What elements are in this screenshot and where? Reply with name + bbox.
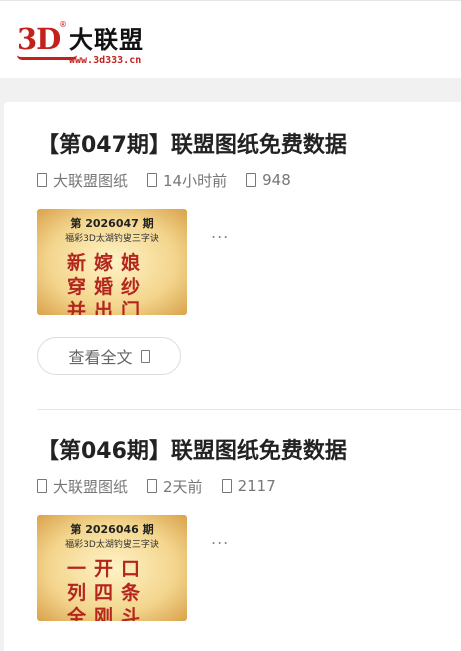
thumb-verse-line: 并出门 <box>67 300 149 315</box>
thumb-issue-line: 第 2026046 期 <box>37 521 187 537</box>
article-views: 2117 <box>221 477 276 495</box>
article-category[interactable]: 大联盟图纸 <box>37 476 128 497</box>
read-more-label: 查看全文 <box>68 348 133 367</box>
thumb-verse-line: 新嫁娘 <box>67 252 149 274</box>
thumb-subtitle: 福彩3D太湖钓叟三字诀 <box>65 234 159 244</box>
logo-name: 大联盟 <box>69 26 144 54</box>
category-label: 大联盟图纸 <box>53 171 129 190</box>
logo-url: www.3d333.cn <box>69 55 142 66</box>
clock-icon <box>147 479 158 493</box>
eye-icon <box>246 173 257 187</box>
site-header: 3D ® 大联盟 www.3d333.cn <box>0 0 461 78</box>
article-card: 【第047期】联盟图纸免费数据 大联盟图纸 14小时前 948 第 202604… <box>37 129 461 375</box>
arrow-right-icon <box>140 349 150 363</box>
category-label: 大联盟图纸 <box>53 477 129 496</box>
thumb-issue-number: 2026046 <box>85 523 139 536</box>
folder-icon <box>37 173 47 187</box>
article-views: 948 <box>246 171 291 189</box>
article-body: 第 2026046 期 福彩3D太湖钓叟三字诀 一开口 列四条全刚斗 ... <box>37 515 461 621</box>
site-logo[interactable]: 3D ® 大联盟 www.3d333.cn <box>17 19 167 69</box>
article-thumbnail[interactable]: 第 2026047 期 福彩3D太湖钓叟三字诀 新嫁娘 穿婚纱并出门 <box>37 209 187 315</box>
article-excerpt: ... <box>211 223 230 242</box>
thumb-issue-prefix: 第 <box>70 217 82 230</box>
thumb-subtitle: 福彩3D太湖钓叟三字诀 <box>65 540 159 550</box>
thumb-issue-line: 第 2026047 期 <box>37 215 187 231</box>
article-category[interactable]: 大联盟图纸 <box>37 170 128 191</box>
views-count: 2117 <box>237 477 276 495</box>
article-meta: 大联盟图纸 14小时前 948 <box>37 169 461 191</box>
clock-icon <box>147 173 158 187</box>
time-label: 2天前 <box>163 477 203 496</box>
thumb-issue-prefix: 第 <box>70 523 82 536</box>
article-meta: 大联盟图纸 2天前 2117 <box>37 475 461 497</box>
thumb-verse-line: 一开口 <box>67 558 149 580</box>
article-time: 2天前 <box>147 476 203 497</box>
thumb-issue-number: 2026047 <box>85 217 139 230</box>
article-list: 【第047期】联盟图纸免费数据 大联盟图纸 14小时前 948 第 202604… <box>4 102 461 651</box>
thumb-issue-suffix: 期 <box>142 523 154 536</box>
thumb-verse: 一开口 列四条 全刚斗 <box>67 557 167 621</box>
article-card: 【第046期】联盟图纸免费数据 大联盟图纸 2天前 2117 第 2026046… <box>37 435 461 621</box>
article-time: 14小时前 <box>147 170 227 191</box>
time-label: 14小时前 <box>163 171 228 190</box>
article-excerpt: ... <box>211 529 230 548</box>
logo-swoosh <box>17 55 77 60</box>
thumb-verse-line: 穿婚纱 <box>67 276 149 298</box>
thumb-verse-line: 全刚斗 <box>67 606 149 621</box>
thumb-verse-line: 列四条 <box>67 582 149 604</box>
logo-3d-text: 3D <box>17 22 61 56</box>
read-more-button[interactable]: 查看全文 <box>37 337 181 375</box>
article-title[interactable]: 【第046期】联盟图纸免费数据 <box>37 435 461 469</box>
logo-registered-mark: ® <box>59 20 67 29</box>
article-divider <box>37 409 461 410</box>
folder-icon <box>37 479 47 493</box>
thumb-issue-suffix: 期 <box>142 217 154 230</box>
article-thumbnail[interactable]: 第 2026046 期 福彩3D太湖钓叟三字诀 一开口 列四条全刚斗 <box>37 515 187 621</box>
article-body: 第 2026047 期 福彩3D太湖钓叟三字诀 新嫁娘 穿婚纱并出门 ... <box>37 209 461 315</box>
eye-icon <box>221 479 232 493</box>
thumb-verse: 新嫁娘 穿婚纱 并出门 <box>67 251 167 315</box>
views-count: 948 <box>262 171 291 189</box>
article-title[interactable]: 【第047期】联盟图纸免费数据 <box>37 129 461 163</box>
